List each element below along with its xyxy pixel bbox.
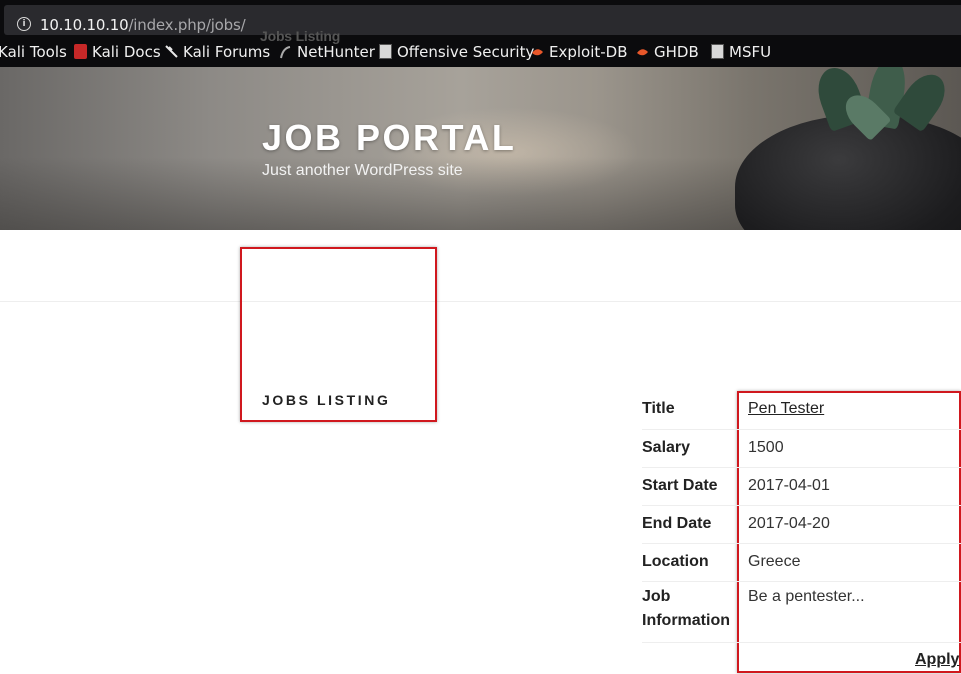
bookmark-nethunter[interactable]: NetHunter bbox=[279, 43, 375, 61]
url-text: 10.10.10.10/index.php/jobs/ bbox=[40, 16, 246, 34]
bookmark-label: Kali Tools bbox=[0, 43, 67, 61]
browser-url-bar: i 10.10.10.10/index.php/jobs/ bbox=[0, 0, 961, 40]
table-row: Location Greece bbox=[642, 543, 961, 582]
bookmark-offensive-security[interactable]: Offensive Security bbox=[379, 43, 534, 61]
row-key: Job Information bbox=[642, 581, 748, 643]
row-key: End Date bbox=[642, 505, 748, 544]
row-value: Pen Tester bbox=[748, 391, 961, 430]
bookmark-label: Kali Docs bbox=[92, 43, 161, 61]
kali-dragon-icon bbox=[165, 44, 178, 59]
bookmark-kali-docs[interactable]: Kali Docs bbox=[74, 43, 161, 61]
bookmark-label: NetHunter bbox=[297, 43, 375, 61]
bookmark-exploit-db[interactable]: Exploit-DB bbox=[531, 43, 628, 61]
kali-docs-icon bbox=[74, 44, 87, 59]
nav-item-jobs-listing[interactable]: Jobs Listing bbox=[260, 28, 340, 44]
plant-pot-image bbox=[735, 115, 961, 230]
highlight-box-left bbox=[240, 247, 437, 422]
offsec-icon bbox=[379, 44, 392, 59]
bookmark-label: MSFU bbox=[729, 43, 772, 61]
job-title-link[interactable]: Pen Tester bbox=[748, 400, 824, 417]
job-details-table: Title Pen Tester Salary 1500 Start Date … bbox=[642, 391, 961, 643]
apply-link[interactable]: Apply bbox=[915, 651, 959, 669]
site-title[interactable]: JOB PORTAL bbox=[262, 117, 516, 159]
row-value: Greece bbox=[748, 543, 961, 582]
navigation-bar bbox=[0, 230, 961, 302]
bookmark-kali-tools[interactable]: Kali Tools bbox=[0, 43, 67, 61]
table-row: Title Pen Tester bbox=[642, 391, 961, 430]
exploitdb-icon bbox=[531, 44, 544, 59]
row-value: 2017-04-01 bbox=[748, 467, 961, 506]
row-key: Start Date bbox=[642, 467, 748, 506]
row-key: Salary bbox=[642, 429, 748, 468]
table-row: Start Date 2017-04-01 bbox=[642, 467, 961, 506]
row-value: 2017-04-20 bbox=[748, 505, 961, 544]
row-value: Be a pentester... bbox=[748, 581, 961, 643]
bookmark-kali-forums[interactable]: Kali Forums bbox=[165, 43, 270, 61]
address-field[interactable]: i 10.10.10.10/index.php/jobs/ bbox=[4, 5, 961, 35]
info-icon[interactable]: i bbox=[17, 17, 31, 31]
bookmark-ghdb[interactable]: GHDB bbox=[636, 43, 699, 61]
table-row: End Date 2017-04-20 bbox=[642, 505, 961, 544]
bookmark-label: Kali Forums bbox=[183, 43, 271, 61]
nethunter-icon bbox=[279, 44, 292, 59]
row-value: 1500 bbox=[748, 429, 961, 468]
site-description: Just another WordPress site bbox=[262, 162, 463, 179]
bookmark-label: Exploit-DB bbox=[549, 43, 628, 61]
row-key: Title bbox=[642, 391, 748, 430]
table-row: Job Information Be a pentester... bbox=[642, 581, 961, 643]
row-key: Location bbox=[642, 543, 748, 582]
bookmark-label: Offensive Security bbox=[397, 43, 535, 61]
bookmark-label: GHDB bbox=[654, 43, 699, 61]
url-host: 10.10.10.10 bbox=[40, 16, 129, 34]
url-path: /index.php/jobs/ bbox=[128, 16, 246, 34]
bookmark-msfu[interactable]: MSFU bbox=[711, 43, 771, 61]
bookmarks-toolbar: Kali Tools Kali Docs Kali Forums NetHunt… bbox=[0, 40, 961, 67]
table-row: Salary 1500 bbox=[642, 429, 961, 468]
ghdb-icon bbox=[636, 44, 649, 59]
msfu-icon bbox=[711, 44, 724, 59]
